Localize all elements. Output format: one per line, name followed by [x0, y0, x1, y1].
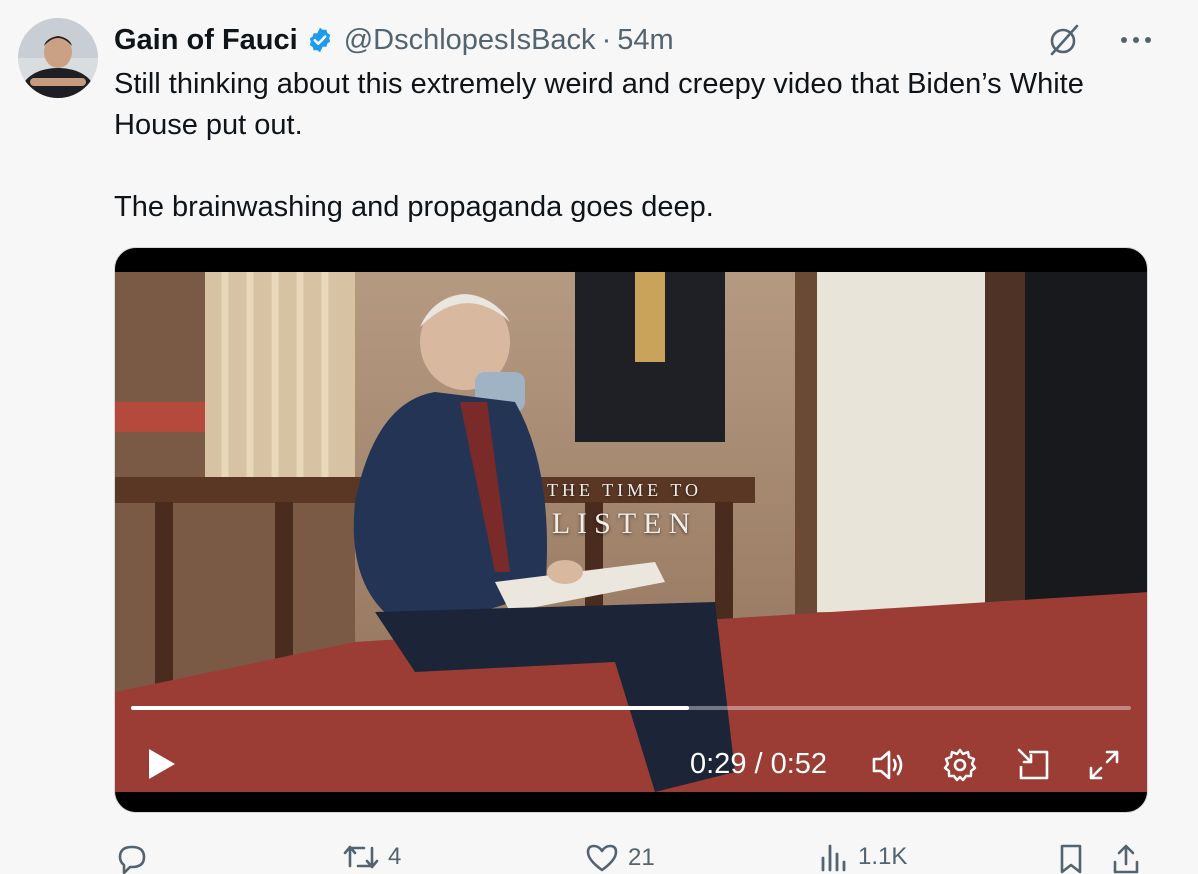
- bookmark-button[interactable]: [1056, 842, 1086, 874]
- verified-badge-icon: [306, 26, 334, 54]
- play-icon[interactable]: [145, 746, 179, 787]
- author-name[interactable]: Gain of Fauci: [114, 24, 298, 57]
- video-progress-fill: [131, 706, 689, 710]
- analytics-icon: [821, 844, 846, 872]
- settings-icon[interactable]: [941, 746, 979, 784]
- grok-icon[interactable]: [1044, 20, 1084, 60]
- reply-button[interactable]: [114, 842, 158, 874]
- tweet-header: Gain of Fauci @DschlopesIsBack · 54m: [114, 20, 674, 60]
- tweet-timestamp[interactable]: 54m: [617, 24, 673, 57]
- video-progress-bar[interactable]: [131, 706, 1131, 710]
- separator-dot: ·: [601, 23, 612, 56]
- volume-icon[interactable]: [870, 746, 910, 784]
- share-button[interactable]: [1110, 842, 1142, 874]
- fullscreen-icon[interactable]: [1085, 746, 1123, 784]
- video-title-overlay: THE TIME TO LISTEN: [547, 480, 702, 541]
- tweet-actions: 4 21 1.1K: [114, 842, 1148, 874]
- retweet-button[interactable]: 4: [342, 842, 401, 872]
- video-player[interactable]: THE TIME TO LISTEN 0:29 / 0:52: [114, 247, 1148, 813]
- share-icon: [1113, 844, 1139, 874]
- retweet-icon: [343, 845, 379, 869]
- views-count: 1.1K: [858, 843, 908, 870]
- like-count: 21: [628, 844, 655, 871]
- heart-icon: [586, 844, 618, 872]
- reply-icon: [118, 845, 146, 874]
- video-controls: 0:29 / 0:52: [115, 738, 1147, 798]
- tweet-top-icons: [1044, 20, 1152, 60]
- like-button[interactable]: 21: [584, 842, 655, 874]
- bookmark-icon: [1060, 844, 1082, 874]
- more-options-icon[interactable]: [1120, 35, 1152, 45]
- tweet-text: Still thinking about this extremely weir…: [114, 68, 1084, 223]
- overlay-line-2: LISTEN: [551, 507, 698, 540]
- retweet-count: 4: [388, 843, 402, 870]
- author-avatar[interactable]: [18, 18, 98, 98]
- overlay-line-1: THE TIME TO: [547, 480, 702, 500]
- video-timecode: 0:29 / 0:52: [690, 748, 828, 780]
- picture-in-picture-icon[interactable]: [1015, 746, 1053, 784]
- views-button[interactable]: 1.1K: [818, 842, 907, 872]
- author-handle[interactable]: @DschlopesIsBack: [344, 24, 596, 57]
